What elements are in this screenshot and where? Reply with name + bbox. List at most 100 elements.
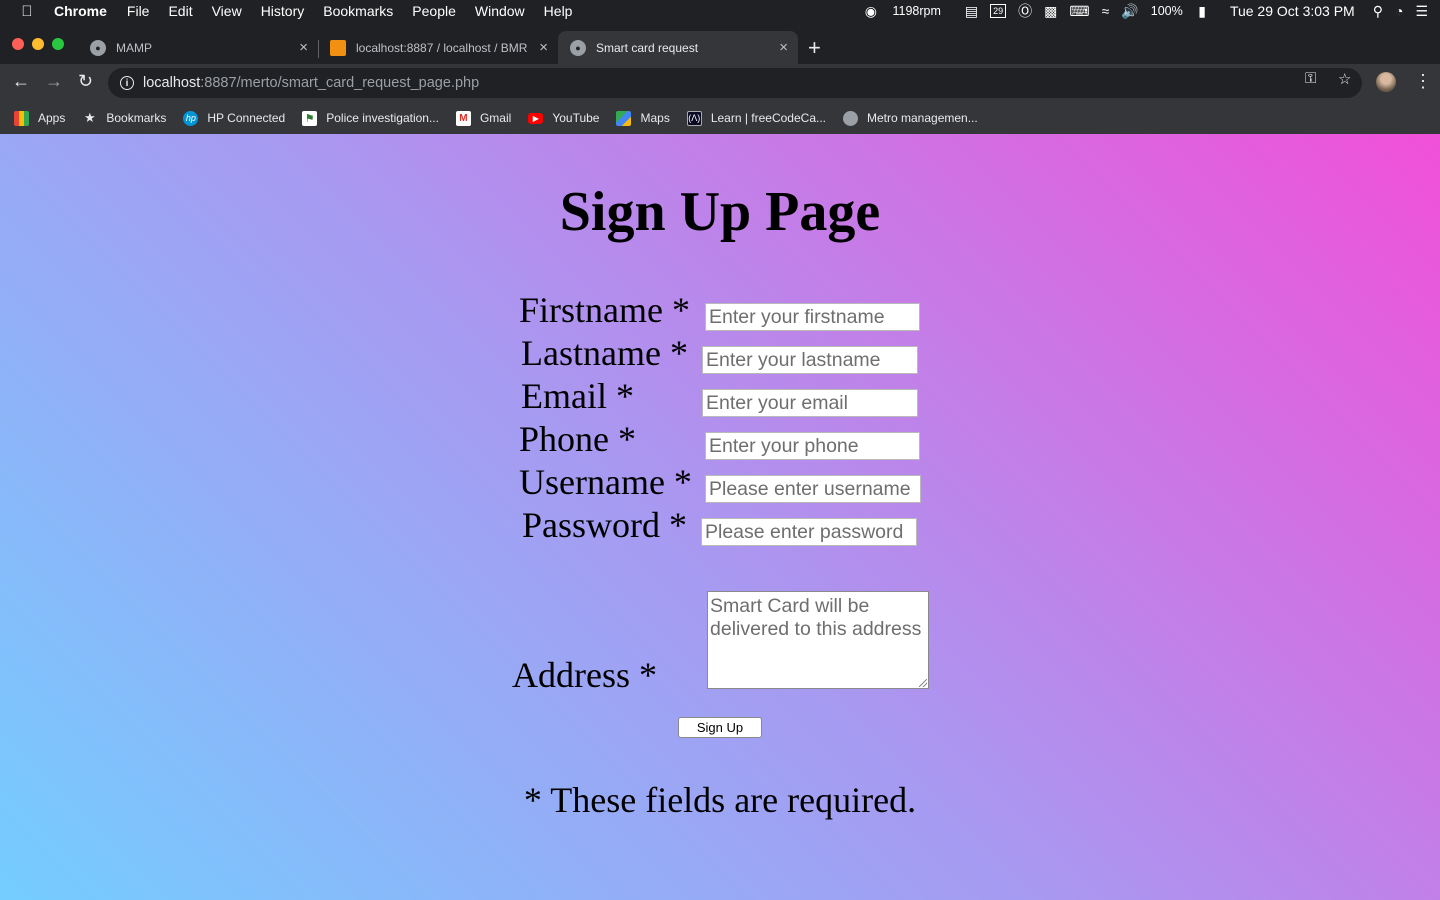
keyboard-icon[interactable]: ⌨: [1069, 3, 1089, 20]
bookmark-maps[interactable]: Maps: [616, 110, 670, 126]
zoom-window-button[interactable]: [52, 38, 64, 50]
tab-close-icon[interactable]: ×: [779, 39, 788, 56]
minimize-window-button[interactable]: [32, 38, 44, 50]
menu-people[interactable]: People: [412, 3, 456, 19]
calendar-icon[interactable]: 29: [990, 4, 1007, 18]
bookmark-label: Bookmarks: [106, 111, 167, 125]
saved-password-key-icon[interactable]: ⚿: [1305, 70, 1316, 87]
notification-icon[interactable]: ▩: [1044, 3, 1057, 20]
close-window-button[interactable]: [12, 38, 24, 50]
bookmark-label: Apps: [38, 111, 66, 125]
battery-percent: 100%: [1150, 4, 1183, 18]
menu-view[interactable]: View: [212, 3, 242, 19]
macos-menu-bar:  Chrome File Edit View History Bookmark…: [0, 0, 1440, 22]
bookmark-hp-connected[interactable]: hp HP Connected: [183, 110, 286, 126]
new-tab-icon[interactable]: +: [808, 35, 821, 61]
tab-strip: ● MAMP × localhost:8887 / localhost / BM…: [0, 22, 1440, 64]
apple-menu-icon[interactable]: : [0, 3, 54, 20]
window-controls: [12, 38, 64, 50]
fan-speed-status[interactable]: ◉ 1198rpm: [865, 3, 953, 20]
menu-history[interactable]: History: [261, 3, 305, 19]
bookmark-label: Learn | freeCodeCa...: [710, 111, 826, 125]
bookmark-label: Maps: [640, 111, 670, 125]
notification-center-icon[interactable]: ☰: [1415, 3, 1428, 20]
address-bar[interactable]: i localhost:8887/merto/smart_card_reques…: [108, 68, 1362, 98]
page-content: Sign Up Page Firstname * Enter your firs…: [0, 134, 1440, 900]
url-host: localhost: [143, 75, 201, 91]
bookmark-bookmarks[interactable]: ★ Bookmarks: [82, 110, 167, 126]
firstname-input[interactable]: Enter your firstname: [705, 303, 920, 331]
address-textarea[interactable]: Smart Card will be delivered to this add…: [707, 591, 929, 689]
lastname-input[interactable]: Enter your lastname: [702, 346, 918, 374]
wifi-icon[interactable]: ≈: [1102, 3, 1110, 19]
menu-edit[interactable]: Edit: [168, 3, 192, 19]
firstname-label: Firstname *: [519, 290, 690, 330]
onepassword-icon[interactable]: Ⓞ: [1018, 1, 1032, 21]
tab-title: localhost:8887 / localhost / BMR: [356, 40, 528, 55]
mamp-icon: [843, 110, 858, 126]
email-label: Email *: [521, 376, 634, 416]
back-icon[interactable]: ←: [12, 71, 30, 92]
gmail-icon: M: [455, 110, 471, 126]
battery-status[interactable]: 100% ▮: [1151, 3, 1218, 20]
spotlight-search-icon[interactable]: ⚲: [1373, 3, 1383, 20]
resize-handle-icon[interactable]: [919, 679, 927, 687]
reload-icon[interactable]: ↻: [78, 71, 93, 92]
tab-phpmyadmin[interactable]: localhost:8887 / localhost / BMR ×: [318, 31, 558, 64]
bookmark-apps[interactable]: Apps: [14, 110, 66, 126]
required-fields-note: * These fields are required.: [523, 780, 917, 820]
bookmarks-bar: Apps ★ Bookmarks hp HP Connected ⚑ Police i…: [0, 102, 1440, 134]
browser-toolbar: ← → ↻ i localhost:8887/merto/smart_card_…: [0, 64, 1440, 102]
phone-input[interactable]: Enter your phone: [705, 432, 920, 460]
tab-close-icon[interactable]: ×: [539, 39, 548, 56]
menu-bookmarks[interactable]: Bookmarks: [323, 3, 393, 19]
lastname-label: Lastname *: [521, 333, 688, 373]
bookmark-star-icon[interactable]: ☆: [1338, 70, 1351, 88]
bookmark-youtube[interactable]: ▶ YouTube: [528, 111, 599, 125]
star-icon: ★: [84, 110, 96, 125]
menu-file[interactable]: File: [127, 3, 150, 19]
page-title: Sign Up Page: [559, 181, 881, 243]
bookmark-label: Gmail: [479, 111, 512, 125]
username-input[interactable]: Please enter username: [705, 475, 921, 503]
site-info-icon[interactable]: i: [120, 76, 134, 90]
tab-title: Smart card request: [596, 40, 699, 55]
clock[interactable]: Tue 29 Oct 3:03 PM: [1230, 3, 1355, 19]
maps-icon: [616, 110, 632, 126]
hp-icon: hp: [183, 110, 199, 126]
phone-label: Phone *: [519, 419, 636, 459]
menu-help[interactable]: Help: [544, 3, 573, 19]
profile-avatar[interactable]: [1376, 72, 1396, 92]
tab-mamp[interactable]: ● MAMP ×: [78, 31, 318, 64]
sign-up-button[interactable]: Sign Up: [678, 717, 762, 738]
police-icon: ⚑: [302, 110, 318, 126]
password-input[interactable]: Please enter password: [701, 518, 917, 546]
bookmark-label: Police investigation...: [326, 111, 439, 125]
forward-icon[interactable]: →: [45, 71, 63, 92]
bookmark-metro-management[interactable]: Metro managemen...: [843, 110, 978, 126]
email-input[interactable]: Enter your email: [702, 389, 918, 417]
menu-window[interactable]: Window: [475, 3, 525, 19]
chrome-menu-icon[interactable]: ⋮: [1414, 71, 1432, 92]
window-tiling-icon[interactable]: ▤: [965, 3, 978, 20]
password-label: Password *: [522, 505, 688, 545]
url-path: :8887/merto/smart_card_request_page.php: [200, 75, 480, 91]
bookmark-label: YouTube: [552, 111, 600, 125]
apps-grid-icon: [14, 110, 29, 126]
bookmark-label: Metro managemen...: [867, 111, 978, 125]
bookmark-label: HP Connected: [207, 111, 286, 125]
tab-smart-card-request[interactable]: ● Smart card request ×: [558, 31, 798, 64]
bookmark-freecodecamp[interactable]: (Λ) Learn | freeCodeCa...: [686, 110, 826, 126]
phpmyadmin-favicon-icon: [330, 39, 346, 56]
siri-icon[interactable]: ◔: [1395, 3, 1403, 19]
status-area: ◉ 1198rpm ▤ 29 Ⓞ ▩ ⌨ ≈ 🔊 100% ▮ Tue 29 O…: [865, 0, 1440, 22]
tab-close-icon[interactable]: ×: [299, 39, 308, 56]
bookmark-gmail[interactable]: M Gmail: [455, 110, 512, 126]
volume-icon[interactable]: 🔊: [1121, 3, 1138, 20]
address-placeholder: Smart Card will be delivered to this add…: [710, 595, 922, 640]
fan-icon: ◉: [864, 2, 878, 19]
freecodecamp-icon: (Λ): [686, 110, 702, 126]
bookmark-police-investigation[interactable]: ⚑ Police investigation...: [302, 110, 439, 126]
fan-speed-text: 1198rpm: [892, 4, 941, 18]
menu-app-chrome[interactable]: Chrome: [54, 3, 107, 19]
